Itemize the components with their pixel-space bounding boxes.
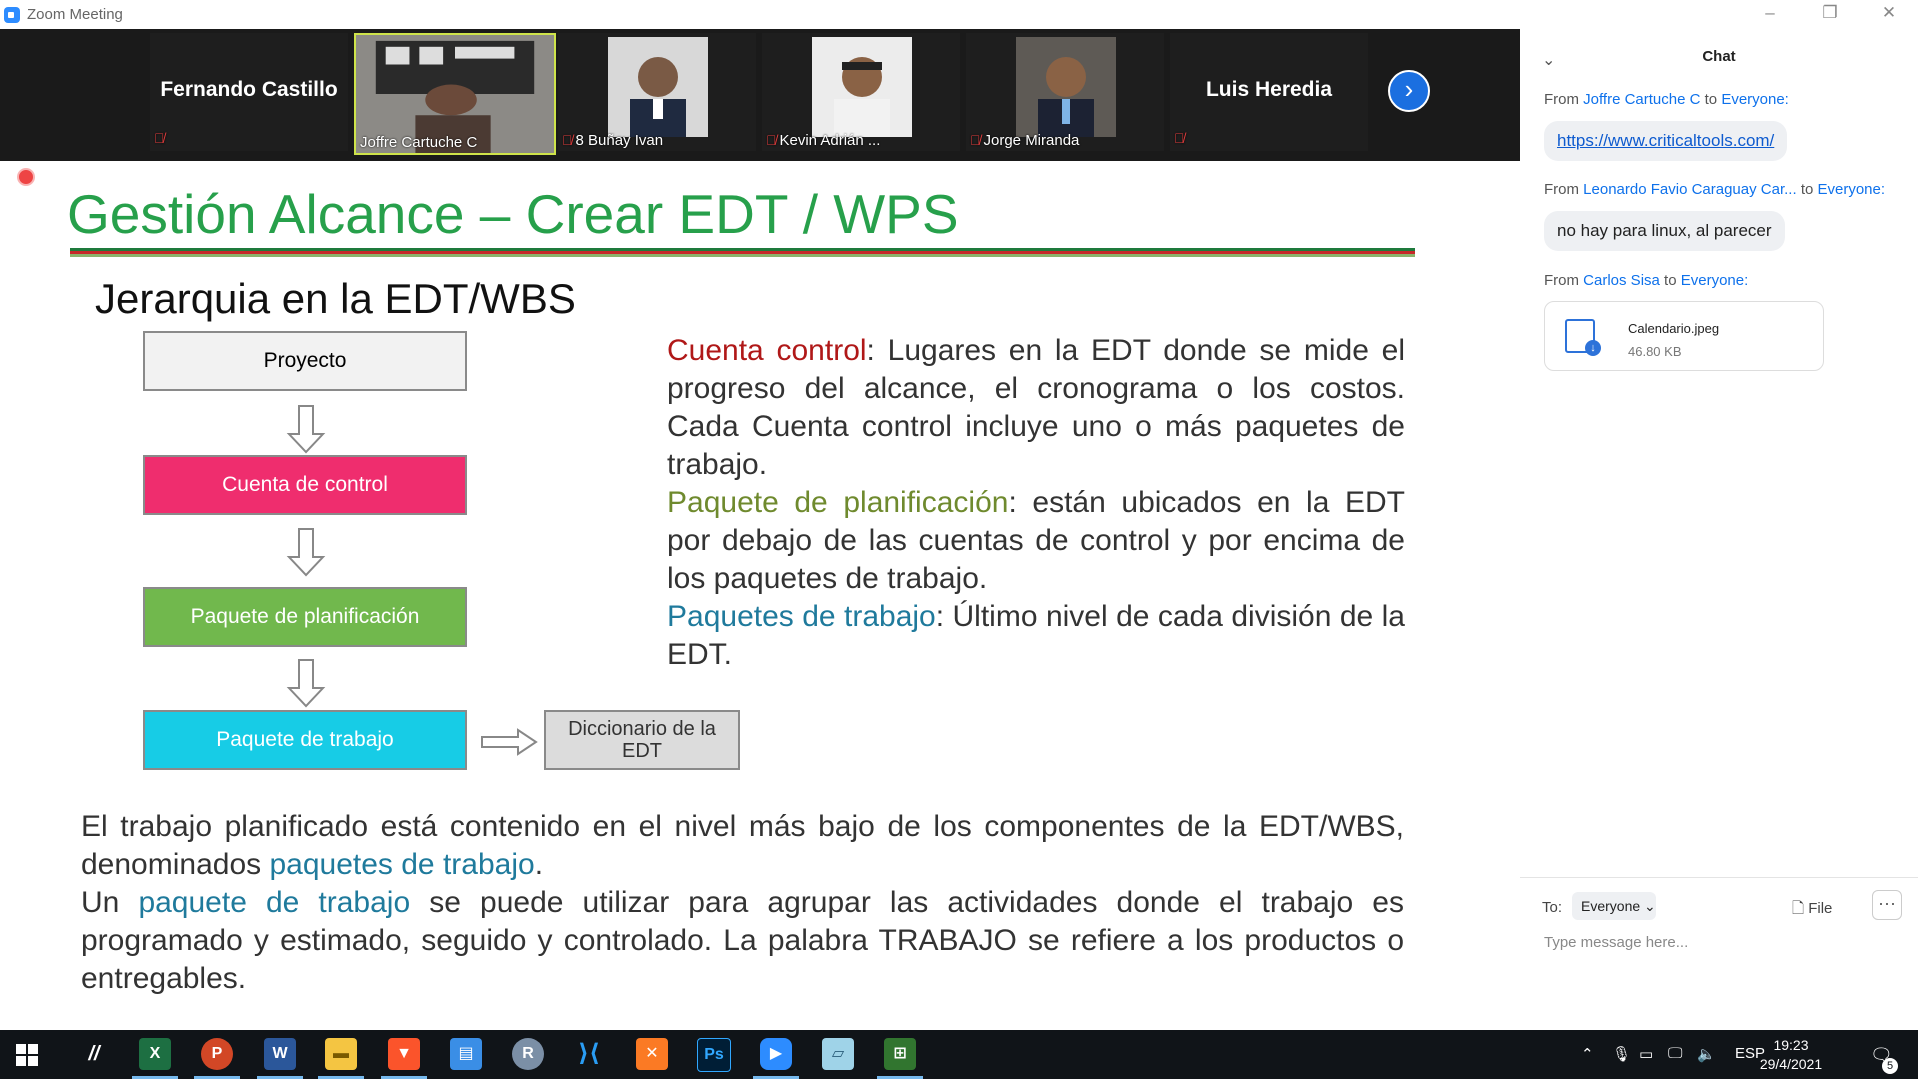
file-icon: 🗋: [1792, 900, 1805, 917]
slide-title: Gestión Alcance – Crear EDT / WPS: [67, 183, 959, 245]
term-paquete-planificacion: Paquete de planificación: [667, 486, 1009, 519]
file-size: 46.80 KB: [1628, 344, 1682, 359]
participant-name: Kevin Adrián ...: [779, 132, 881, 149]
project-icon[interactable]: ⊞: [877, 1038, 923, 1079]
participant-name: Jorge Miranda: [983, 132, 1080, 149]
chat-divider: [1520, 877, 1918, 878]
battery-icon[interactable]: ▭: [1639, 1045, 1653, 1063]
file-button[interactable]: 🗋 File: [1792, 898, 1832, 923]
control-panel-icon[interactable]: ▤: [450, 1038, 482, 1070]
more-options-button[interactable]: ···: [1872, 890, 1902, 920]
zoom-icon[interactable]: ▶: [753, 1038, 799, 1079]
minimize-button[interactable]: –: [1755, 3, 1785, 23]
chat-panel: ⌄ Chat From Joffre Cartuche C to Everyon…: [1520, 29, 1918, 1030]
download-icon[interactable]: ↓: [1585, 340, 1601, 356]
volume-icon[interactable]: 🔈: [1697, 1045, 1716, 1063]
definitions-paragraph: Cuenta control: Lugares en la EDT donde …: [667, 334, 1405, 671]
down-arrow-icon: [286, 405, 326, 454]
xampp-icon[interactable]: ✕: [636, 1038, 668, 1070]
wbs-box-proyecto: Proyecto: [143, 331, 467, 391]
restore-button[interactable]: ❐: [1815, 3, 1845, 23]
recording-indicator-icon: [17, 168, 35, 186]
vscode-icon[interactable]: ⟩⟨: [573, 1038, 605, 1070]
right-arrow-icon: [481, 728, 538, 756]
participant-name: 8 Buñay Ivan: [575, 132, 664, 149]
participant-gallery: Fernando Castillo 🎙̸ Joffre Cartuche C 🎙…: [0, 29, 1520, 161]
down-arrow-icon: [286, 528, 326, 577]
close-button[interactable]: ✕: [1874, 3, 1904, 23]
down-arrow-icon: [286, 659, 326, 708]
windows-start-icon[interactable]: [16, 1044, 38, 1066]
participant-tile[interactable]: Fernando Castillo 🎙̸: [150, 33, 348, 151]
term-cuenta-control: Cuenta control: [667, 334, 867, 367]
chevron-down-icon: ⌄: [1644, 898, 1656, 914]
mic-muted-icon: 🎙̸: [562, 132, 573, 148]
title-divider: [70, 248, 1415, 257]
wbs-box-cuenta-control: Cuenta de control: [143, 455, 467, 515]
zoom-logo-icon: [4, 7, 20, 23]
powerpoint-icon[interactable]: P: [194, 1038, 240, 1079]
clock-date: 29/4/2021: [1759, 1056, 1823, 1072]
notepad-icon[interactable]: ▱: [822, 1038, 854, 1070]
explanation-paragraph: El trabajo planificado está contenido en…: [81, 810, 1404, 995]
message-header: From Joffre Cartuche C to Everyone:: [1544, 91, 1789, 108]
message-link[interactable]: https://www.criticaltools.com/: [1557, 131, 1774, 150]
brave-icon[interactable]: ▼: [381, 1038, 427, 1079]
slide-subtitle: Jerarquia en la EDT/WBS: [95, 275, 576, 322]
r-language-icon[interactable]: R: [512, 1038, 544, 1070]
chat-message: https://www.criticaltools.com/: [1544, 121, 1788, 161]
chat-message: no hay para linux, al parecer: [1544, 211, 1785, 251]
recipient-select[interactable]: Everyone ⌄: [1572, 892, 1656, 920]
participant-tile[interactable]: Luis Heredia 🎙̸: [1170, 33, 1368, 151]
message-header: From Carlos Sisa to Everyone:: [1544, 272, 1749, 289]
participant-tile-active-speaker[interactable]: Joffre Cartuche C: [354, 33, 556, 155]
notification-count-badge: 5: [1882, 1058, 1898, 1074]
photoshop-icon[interactable]: Ps: [697, 1038, 731, 1072]
participant-video: [608, 37, 708, 137]
participant-name: Luis Heredia: [1205, 78, 1333, 101]
mic-muted-icon: 🎙̸: [154, 130, 165, 146]
windows-taskbar: // X P W ▬ ▼ ▤ R ⟩⟨ ✕ Ps ▶ ▱ ⊞ ⌃ 🎙 ▭ 🖵 🔈…: [0, 1030, 1918, 1079]
mic-muted-icon: 🎙̸: [766, 132, 777, 148]
chevron-up-icon[interactable]: ⌃: [1581, 1045, 1594, 1063]
clock-time: 19:23: [1773, 1037, 1809, 1053]
window-title: Zoom Meeting: [27, 6, 123, 23]
message-input[interactable]: [1542, 933, 1886, 952]
taskbar-clock[interactable]: 19:23 29/4/2021: [1756, 1036, 1826, 1074]
wbs-box-diccionario: Diccionario de la EDT: [544, 710, 740, 770]
to-label: To:: [1542, 899, 1563, 916]
file-name: Calendario.jpeg: [1628, 321, 1720, 336]
participant-tile[interactable]: 🎙̸ Jorge Miranda: [966, 33, 1164, 151]
participant-name: Fernando Castillo: [160, 78, 338, 101]
participant-name: Joffre Cartuche C: [360, 134, 478, 151]
participant-tile[interactable]: 🎙̸ 8 Buñay Ivan: [558, 33, 756, 151]
excel-icon[interactable]: X: [132, 1038, 178, 1079]
word-icon[interactable]: W: [257, 1038, 303, 1079]
participant-video: [1016, 37, 1116, 137]
metro-app-icon[interactable]: //: [78, 1038, 110, 1070]
chat-title: Chat: [1702, 48, 1736, 65]
participant-video: [812, 37, 912, 137]
mic-muted-icon: 🎙̸: [970, 132, 981, 148]
next-page-button[interactable]: ›: [1388, 70, 1430, 112]
microphone-icon[interactable]: 🎙: [1612, 1045, 1631, 1063]
file-attachment[interactable]: ↓ Calendario.jpeg 46.80 KB: [1544, 301, 1824, 371]
wbs-box-paquete-trabajo: Paquete de trabajo: [143, 710, 467, 770]
participant-tile[interactable]: 🎙̸ Kevin Adrián ...: [762, 33, 960, 151]
window-title-bar: Zoom Meeting – ❐ ✕: [0, 0, 1918, 29]
mic-muted-icon: 🎙̸: [1174, 130, 1185, 146]
message-header: From Leonardo Favio Caraguay Car... to E…: [1544, 181, 1886, 198]
file-explorer-icon[interactable]: ▬: [318, 1038, 364, 1079]
network-icon[interactable]: 🖵: [1668, 1045, 1682, 1062]
wbs-box-paquete-planificacion: Paquete de planificación: [143, 587, 467, 647]
term-paquetes-trabajo: Paquetes de trabajo: [667, 600, 936, 633]
